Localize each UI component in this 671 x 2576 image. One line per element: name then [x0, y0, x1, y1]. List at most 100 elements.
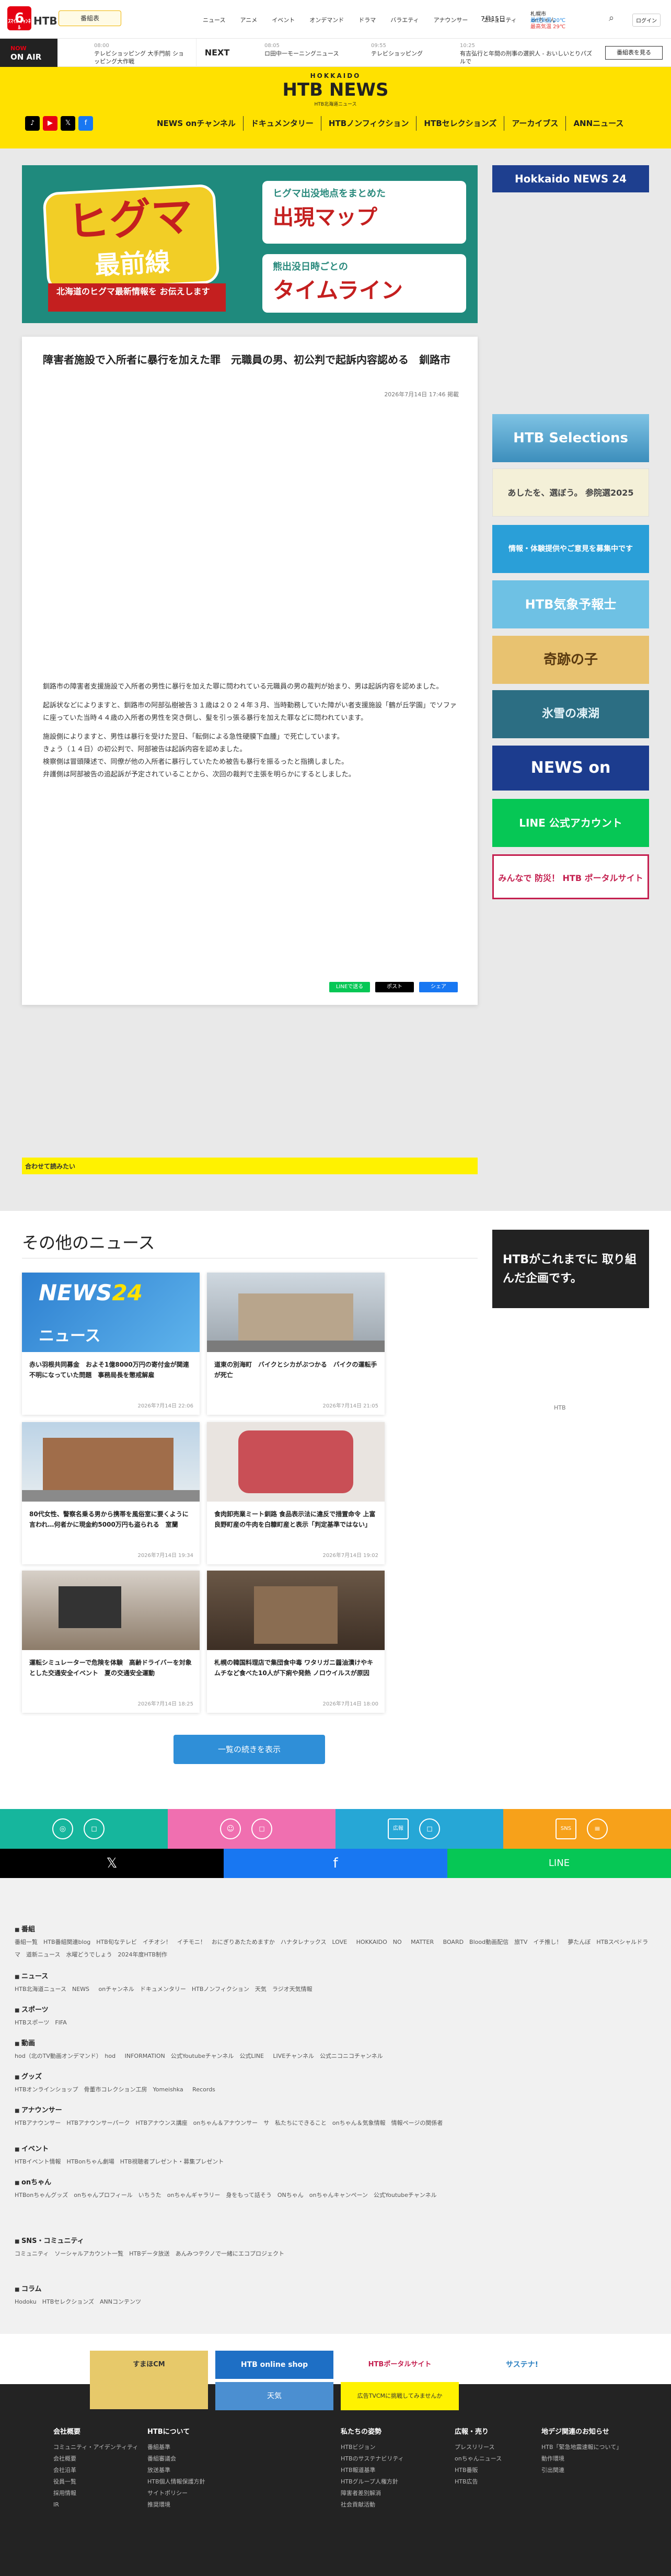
line-banner[interactable]: LINE 公式アカウント: [492, 799, 649, 847]
htb-news-logo[interactable]: HOKKAIDO HTB NEWS HTB北海道ニュース: [281, 72, 390, 111]
news-card[interactable]: 札幌の韓国料理店で集団食中毒 ワタリガニ醤油漬けやキムチなど食べた10人が下痢や…: [207, 1571, 385, 1713]
x-icon[interactable]: 𝕏: [0, 1849, 224, 1878]
x-post-button[interactable]: ポスト: [375, 982, 414, 992]
news-card[interactable]: 道東の別海町 バイクとシカがぶつかる バイクの運転手が死亡 2026年7月14日…: [207, 1273, 385, 1415]
facebook-share-button[interactable]: シェア: [419, 982, 458, 992]
footer-banner-tvcm[interactable]: 広告TVCMに挑戦してみませんか: [341, 2382, 459, 2410]
news24-banner[interactable]: Hokkaido NEWS 24: [492, 165, 649, 192]
date-display: 7月15日: [481, 15, 505, 22]
footer-banner-weather[interactable]: 天気: [215, 2382, 333, 2410]
higuma-map-link[interactable]: ヒグマ出没地点をまとめた 出現マップ: [262, 181, 466, 244]
higuma-timeline-link[interactable]: 熊出没日時ごとの タイムライン: [262, 254, 466, 313]
link-section-sports: スポーツHTBスポーツ FIFA: [15, 2005, 652, 2029]
instagram-icon[interactable]: ◻: [84, 1818, 105, 1839]
bousai-banner[interactable]: みんなで 防災！ HTB ポータルサイト: [492, 854, 649, 899]
article-body: 釧路市の障害者支援施設で入所者の男性に暴行を加えた罪に問われている元職員の男の裁…: [43, 683, 457, 778]
footer-banner-sustena[interactable]: サステナ!: [463, 2351, 581, 2379]
search-icon[interactable]: ⌕: [609, 13, 614, 24]
link-section-sns: SNS・コミュニティコミュニティ ソーシャルアカウント一覧 HTBデータ放送 あ…: [15, 2236, 652, 2260]
onair-next-3[interactable]: 10:25 有吉弘行と年間の刑事の選択人 - おいしいとりパズルで: [460, 42, 596, 65]
weather-banner[interactable]: HTB気象予報士: [492, 580, 649, 628]
news-card[interactable]: NEWS24 ニュース 赤い羽根共同募金 およそ1億8000万円の寄付金が関連不…: [22, 1273, 200, 1415]
tv-guide-button[interactable]: 番組表を見る: [605, 46, 663, 60]
global-nav-item[interactable]: オンデマンド: [309, 16, 344, 24]
meat-thumbnail: [207, 1422, 385, 1502]
news-card[interactable]: 食肉卸売業ミート釧路 食品表示法に違反で措置命令 上富良野町産の牛肉を白糠町産と…: [207, 1422, 385, 1564]
subnav-item[interactable]: ドキュメンタリー: [242, 116, 321, 131]
article-title: 障害者施設で入所者に暴行を加えた罪 元職員の男、初公判で起訴内容認める 釧路市: [43, 353, 450, 366]
htb-kikaku-banner[interactable]: HTBがこれまでに 取り組んだ企画です。: [492, 1230, 649, 1308]
link-section-video: 動画hod（北のTV動画オンデマンド） hod INFORMATION 公式Yo…: [15, 2038, 652, 2063]
weather-widget[interactable]: 札幌市 最低気温 20℃ 最高気温 29℃: [530, 12, 565, 30]
global-nav-item[interactable]: アナウンサー: [434, 16, 468, 24]
global-nav-item[interactable]: イベント: [272, 16, 295, 24]
facebook-icon[interactable]: f: [78, 116, 93, 131]
side-caption: HTB: [554, 1404, 566, 1411]
footer-banner-portal[interactable]: HTBポータルサイト: [341, 2351, 459, 2379]
onair-next-1[interactable]: 08:05 ロ田中一モーニングニュース: [264, 42, 364, 58]
program-guide-button[interactable]: 番組表: [59, 10, 121, 26]
hyoso-banner[interactable]: 氷雪の凍湖: [492, 690, 649, 738]
newson-banner[interactable]: NEWS on Channel: [492, 746, 649, 791]
htb-official-icon[interactable]: ◎: [52, 1818, 73, 1839]
social-links: ♪ ▶ 𝕏 f: [25, 116, 93, 131]
higuma-banner[interactable]: ヒグマ 最前線 北海道のヒグマ最新情報を お伝えします ヒグマ出没地点をまとめた…: [22, 165, 478, 323]
more-news-button[interactable]: 一覧の続きを表示: [173, 1735, 325, 1764]
htb-pr-sns[interactable]: 広報 ◻: [336, 1809, 503, 1849]
htb-logo-text[interactable]: HTB: [33, 15, 57, 27]
footer-col-pr: 広報・売り プレスリリース onちゃんニュース HTB番販 HTB広告: [455, 2428, 502, 2485]
onair-next-2[interactable]: 09:55 テレビショッピング: [371, 42, 460, 58]
subnav-item[interactable]: ANNニュース: [565, 116, 631, 131]
facebook-icon[interactable]: f: [224, 1849, 447, 1878]
article-date: 2026年7月14日 17:46 掲載: [384, 391, 459, 398]
ashitawo-banner[interactable]: あしたを、選ぼう。 参院選2025: [492, 468, 649, 517]
news-subnav: NEWS onチャンネル ドキュメンタリー HTBノンフィクション HTBセレクション…: [149, 116, 631, 131]
global-nav-item[interactable]: ニュース: [203, 16, 225, 24]
selections-banner[interactable]: HTB Selections: [492, 414, 649, 462]
htb-pr-icon[interactable]: 広報: [388, 1818, 409, 1839]
subnav-item[interactable]: HTBセレクションズ: [416, 116, 504, 131]
instagram-icon[interactable]: ◻: [251, 1818, 272, 1839]
onchan-sns[interactable]: ☺ ◻: [168, 1809, 336, 1849]
link-section-announcer: アナウンサーHTBアナウンサー HTBアナウンサーパーク HTBアナウンス講座 …: [15, 2105, 652, 2130]
subnav-item[interactable]: HTBノンフィクション: [320, 116, 416, 131]
footer-banner-cm[interactable]: すまほCM: [90, 2351, 208, 2409]
footer-col-stance: 私たちの姿勢 HTBビジョン HTBのサステナビリティ HTB報道基準 HTBグループ…: [341, 2428, 404, 2508]
sns-list[interactable]: SNS ≡: [503, 1809, 671, 1849]
higuma-title: ヒグマ 最前線: [42, 184, 220, 292]
htb-logo[interactable]: 6 ｽﾏｲﾙ ﾁｬﾝﾈﾙ: [7, 6, 31, 31]
line-share-button[interactable]: LINEで送る: [329, 982, 370, 992]
building-thumbnail: [207, 1273, 385, 1352]
next-label: NEXT: [196, 39, 238, 67]
recommend-bar: 合わせて読みたい: [22, 1158, 478, 1174]
menu-icon[interactable]: ≡: [587, 1818, 608, 1839]
tiktok-icon[interactable]: ♪: [25, 116, 40, 131]
onair-bar: NOW ON AIR 08:00 テレビショッピング 大手門前 ショッピング大作戦…: [0, 39, 671, 67]
subnav-item[interactable]: NEWS onチャンネル: [149, 116, 243, 131]
link-section-goods: グッズHTBオンラインショップ 骨董市コレクション工房 Yomeishka Re…: [15, 2071, 652, 2096]
info-banner[interactable]: 情報・体験提供やご意見を募集中です: [492, 525, 649, 573]
link-section-column: コラムHodoku HTBセレクションズ ANNコンテンツ: [15, 2284, 652, 2308]
onchan-icon[interactable]: ☺: [220, 1818, 241, 1839]
global-nav-item[interactable]: ドラマ: [358, 16, 376, 24]
news-card[interactable]: 80代女性、警察名乗る男から携帯を風俗室に要くように言われ…何者かに現金約500…: [22, 1422, 200, 1564]
kiseki-banner[interactable]: 奇跡の子: [492, 636, 649, 684]
onair-now[interactable]: 08:00 テレビショッピング 大手門前 ショッピング大作戦: [94, 42, 188, 65]
x-icon[interactable]: 𝕏: [61, 116, 75, 131]
simulator-thumbnail: [22, 1571, 200, 1650]
htb-official-sns[interactable]: ◎ ◻: [0, 1809, 168, 1849]
footer-banner-shop[interactable]: HTB online shop: [215, 2351, 333, 2379]
link-section-events: イベントHTBイベント情報 HTBonちゃん劇場 HTB視聴者プレゼント・募集プ…: [15, 2144, 652, 2168]
news-card[interactable]: 運転シミュレーターで危険を体験 高齢ドライバーを対象とした交通安全イベント 夏の…: [22, 1571, 200, 1713]
police-thumbnail: [22, 1422, 200, 1502]
global-nav-item[interactable]: バラエティ: [390, 16, 419, 24]
global-nav-item[interactable]: アニメ: [240, 16, 257, 24]
instagram-icon[interactable]: ◻: [419, 1818, 440, 1839]
sns-list-icon[interactable]: SNS: [556, 1818, 576, 1839]
login-button[interactable]: ログイン: [632, 14, 661, 27]
site-header: 6 ｽﾏｲﾙ ﾁｬﾝﾈﾙ HTB 番組表 ニュース アニメ イベント オンデマンド ドラマ…: [0, 0, 671, 39]
line-icon[interactable]: LINE: [447, 1849, 671, 1878]
link-section-programs: 番組番組一覧 HTB番組関連blog HTB旬なテレビ イチオシ！ イチモニ！ …: [15, 1924, 652, 1961]
youtube-icon[interactable]: ▶: [43, 116, 57, 131]
subnav-item[interactable]: アーカイブス: [504, 116, 565, 131]
